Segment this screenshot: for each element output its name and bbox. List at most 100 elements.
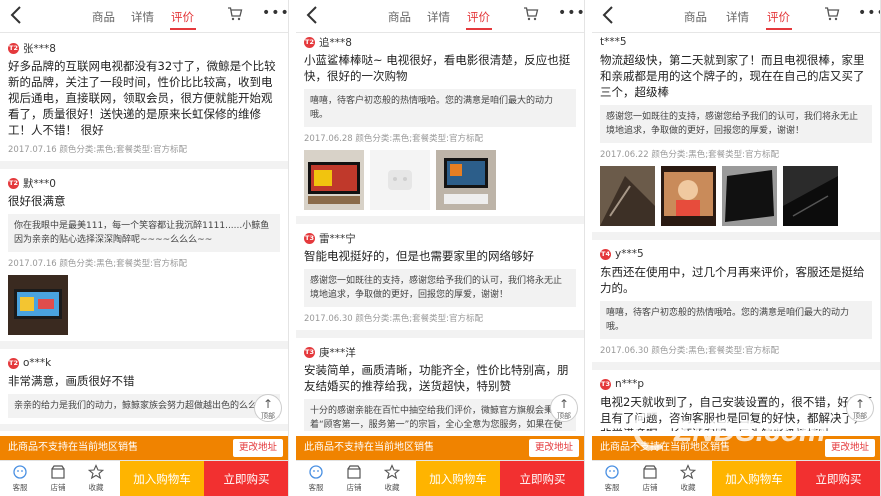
service-button[interactable]: 客服 xyxy=(298,464,334,493)
service-button[interactable]: 客服 xyxy=(594,464,630,493)
tab-product[interactable]: 商品 xyxy=(388,9,411,25)
add-to-cart-button[interactable]: 加入购物车 xyxy=(712,461,796,496)
review-username: 追***8 xyxy=(319,36,352,49)
review-text: 好多品牌的互联网电视都没有32寸了，微鲸是个比较新的品牌，关注了一段时间，性价比… xyxy=(8,59,276,137)
favorite-button[interactable]: 收藏 xyxy=(670,464,706,493)
buy-now-button[interactable]: 立即购买 xyxy=(204,461,288,496)
review-item: T2 张***8 好多品牌的互联网电视都没有32寸了，微鲸是个比较新的品牌，关注了… xyxy=(0,34,288,169)
seller-reply: 感谢您一如既往的支持，感谢您给予我们的认可，我们将永无止境地追求，争取做的更好，… xyxy=(304,269,576,307)
review-meta: 2017.07.16 颜色分类:黑色;套餐类型:官方标配 xyxy=(8,259,187,269)
review-list: t***5 物流超级快，第二天就到家了！而且电视很棒，家里和亲戚都是用的这个牌子… xyxy=(592,34,880,431)
change-address-button[interactable]: 更改地址 xyxy=(528,439,579,457)
back-arrow-icon[interactable] xyxy=(598,4,620,26)
star-icon xyxy=(384,464,400,480)
buy-now-button[interactable]: 立即购买 xyxy=(796,461,880,496)
more-menu-icon[interactable]: ••• xyxy=(262,5,288,21)
review-photo-placeholder[interactable] xyxy=(370,150,430,210)
review-meta: 2017.06.22 颜色分类:黑色;套餐类型:官方标配 xyxy=(600,150,779,160)
back-arrow-icon[interactable] xyxy=(6,4,28,26)
review-username: y***5 xyxy=(615,248,644,260)
review-text: 物流超级快，第二天就到家了！而且电视很棒，家里和亲戚都是用的这个牌子的，现在在自… xyxy=(600,53,865,99)
seller-reply: 你在我眼中是最美111，每一个笑容都让我沉醉1111......小鲸鱼因为亲亲的… xyxy=(8,214,280,252)
review-item: T2 o***k 非常满意，画质很好不错 亲亲的给力是我们的动力，鲸鲸家族会努力超… xyxy=(0,349,288,431)
review-username: t***5 xyxy=(600,36,627,48)
znds-watermark-logo: ZNDS.com xyxy=(633,410,826,450)
arrow-up-icon: ↑ xyxy=(854,397,866,411)
cart-icon[interactable] xyxy=(523,6,539,22)
review-list: T2 追***8 小蓝鲨棒棒哒~ 电视很好，看电影很清楚，反应也挺快，很好的一次购… xyxy=(296,34,584,431)
tab-reviews[interactable]: 评价 xyxy=(171,9,194,25)
review-item: T2 追***8 小蓝鲨棒棒哒~ 电视很好，看电影很清楚，反应也挺快，很好的一次购… xyxy=(296,34,584,224)
favorite-button[interactable]: 收藏 xyxy=(78,464,114,493)
add-to-cart-button[interactable]: 加入购物车 xyxy=(416,461,500,496)
review-panel-1: 商品 详情 评价 ••• T2 张***8 好多品牌的互联网电视都没有32寸了，微… xyxy=(0,0,289,496)
shop-icon xyxy=(643,465,657,479)
review-photo-tv-person[interactable] xyxy=(661,166,716,226)
buy-now-button[interactable]: 立即购买 xyxy=(500,461,584,496)
review-photo-tv-off[interactable] xyxy=(722,166,777,226)
review-text: 智能电视挺好的，但是也需要家里的网络够好 xyxy=(304,249,534,263)
tab-detail[interactable]: 详情 xyxy=(131,9,154,25)
active-tab-indicator xyxy=(766,28,792,30)
review-item: T2 默***0 很好很满意 你在我眼中是最美111，每一个笑容都让我沉醉1111… xyxy=(0,169,288,349)
watermark-text: ZNDS.com xyxy=(673,415,826,448)
review-photos xyxy=(600,166,872,226)
review-photo-tv-back[interactable] xyxy=(783,166,838,226)
bottom-action-bar: 客服 店铺 收藏 加入购物车 立即购买 xyxy=(592,460,880,496)
review-username: 张***8 xyxy=(23,42,56,55)
cart-icon[interactable] xyxy=(824,6,840,22)
service-icon xyxy=(13,465,27,479)
bottom-action-bar: 客服 店铺 收藏 加入购物车 立即购买 xyxy=(296,460,584,496)
arrow-up-icon: ↑ xyxy=(262,397,274,411)
shop-button[interactable]: 店铺 xyxy=(632,464,668,493)
region-notice-text: 此商品不支持在当前地区销售 xyxy=(8,442,138,453)
user-level-badge: T4 xyxy=(600,248,611,260)
user-level-badge: T3 xyxy=(600,378,611,390)
review-photo-tv-wall[interactable] xyxy=(436,150,496,210)
change-address-button[interactable]: 更改地址 xyxy=(232,439,283,457)
review-meta: 2017.06.30 颜色分类:黑色;套餐类型:官方标配 xyxy=(304,314,483,324)
seller-reply: 嘻嘻，待客户初恋般的热情哦哈。您的满意是咱们最大的动力哦。 xyxy=(304,89,576,127)
review-item: T3 雷***宁 智能电视挺好的，但是也需要家里的网络够好 感谢您一如既往的支持，… xyxy=(296,224,584,338)
top-nav-bar: 商品 详情 评价 ••• xyxy=(592,0,880,33)
review-item: t***5 物流超级快，第二天就到家了！而且电视很棒，家里和亲戚都是用的这个牌子… xyxy=(592,34,880,240)
review-item: T4 y***5 东西还在使用中，过几个月再来评价，客服还是挺给力的。 嘻嘻，待客… xyxy=(592,240,880,370)
review-photos xyxy=(304,150,576,210)
more-menu-icon[interactable]: ••• xyxy=(858,5,880,21)
review-photo-box[interactable] xyxy=(600,166,655,226)
review-panel-2: 商品 详情 评价 ••• T2 追***8 小蓝鲨棒棒哒~ 电视很好，看电影很清楚… xyxy=(296,0,585,496)
favorite-button[interactable]: 收藏 xyxy=(374,464,410,493)
tab-product[interactable]: 商品 xyxy=(684,9,707,25)
review-username: 默***0 xyxy=(23,177,56,190)
review-photos xyxy=(8,275,280,335)
review-photo-tv[interactable] xyxy=(8,275,68,335)
review-text: 很好很满意 xyxy=(8,194,66,208)
back-to-top-button[interactable]: ↑ 顶部 xyxy=(550,394,578,422)
seller-reply: 嘻嘻，待客户初恋般的热情哦哈。您的满意是咱们最大的动力哦。 xyxy=(600,301,872,339)
user-level-badge: T2 xyxy=(8,357,19,369)
seller-reply: 亲亲的给力是我们的动力，鲸鲸家族会努力超做越出色的么么 xyxy=(8,394,280,418)
service-button[interactable]: 客服 xyxy=(2,464,38,493)
bottom-action-bar: 客服 店铺 收藏 加入购物车 立即购买 xyxy=(0,460,288,496)
seller-reply: 感谢您一如既往的支持，感谢您给予我们的认可，我们将永无止境地追求，争取做的更好，… xyxy=(600,105,872,143)
review-list: T2 张***8 好多品牌的互联网电视都没有32寸了，微鲸是个比较新的品牌，关注了… xyxy=(0,34,288,431)
review-username: 雷***宁 xyxy=(319,232,356,245)
back-to-top-button[interactable]: ↑ 顶部 xyxy=(254,394,282,422)
user-level-badge: T3 xyxy=(304,346,315,358)
cart-icon[interactable] xyxy=(227,6,243,22)
tab-detail[interactable]: 详情 xyxy=(726,9,749,25)
tab-detail[interactable]: 详情 xyxy=(427,9,450,25)
add-to-cart-button[interactable]: 加入购物车 xyxy=(120,461,204,496)
shop-button[interactable]: 店铺 xyxy=(40,464,76,493)
tab-product[interactable]: 商品 xyxy=(92,9,115,25)
shop-button[interactable]: 店铺 xyxy=(336,464,372,493)
more-menu-icon[interactable]: ••• xyxy=(558,5,584,21)
region-notice: 此商品不支持在当前地区销售 更改地址 xyxy=(296,436,584,460)
tab-reviews[interactable]: 评价 xyxy=(767,9,790,25)
region-notice: 此商品不支持在当前地区销售 更改地址 xyxy=(0,436,288,460)
active-tab-indicator xyxy=(170,28,196,30)
back-arrow-icon[interactable] xyxy=(302,4,324,26)
review-photo-tv-living-room[interactable] xyxy=(304,150,364,210)
tab-reviews[interactable]: 评价 xyxy=(467,9,490,25)
seller-reply: 十分的感谢亲能在百忙中抽空给我们评价，微鲸官方旗舰会秉着“顾客第一，服务第一”的… xyxy=(304,399,576,431)
